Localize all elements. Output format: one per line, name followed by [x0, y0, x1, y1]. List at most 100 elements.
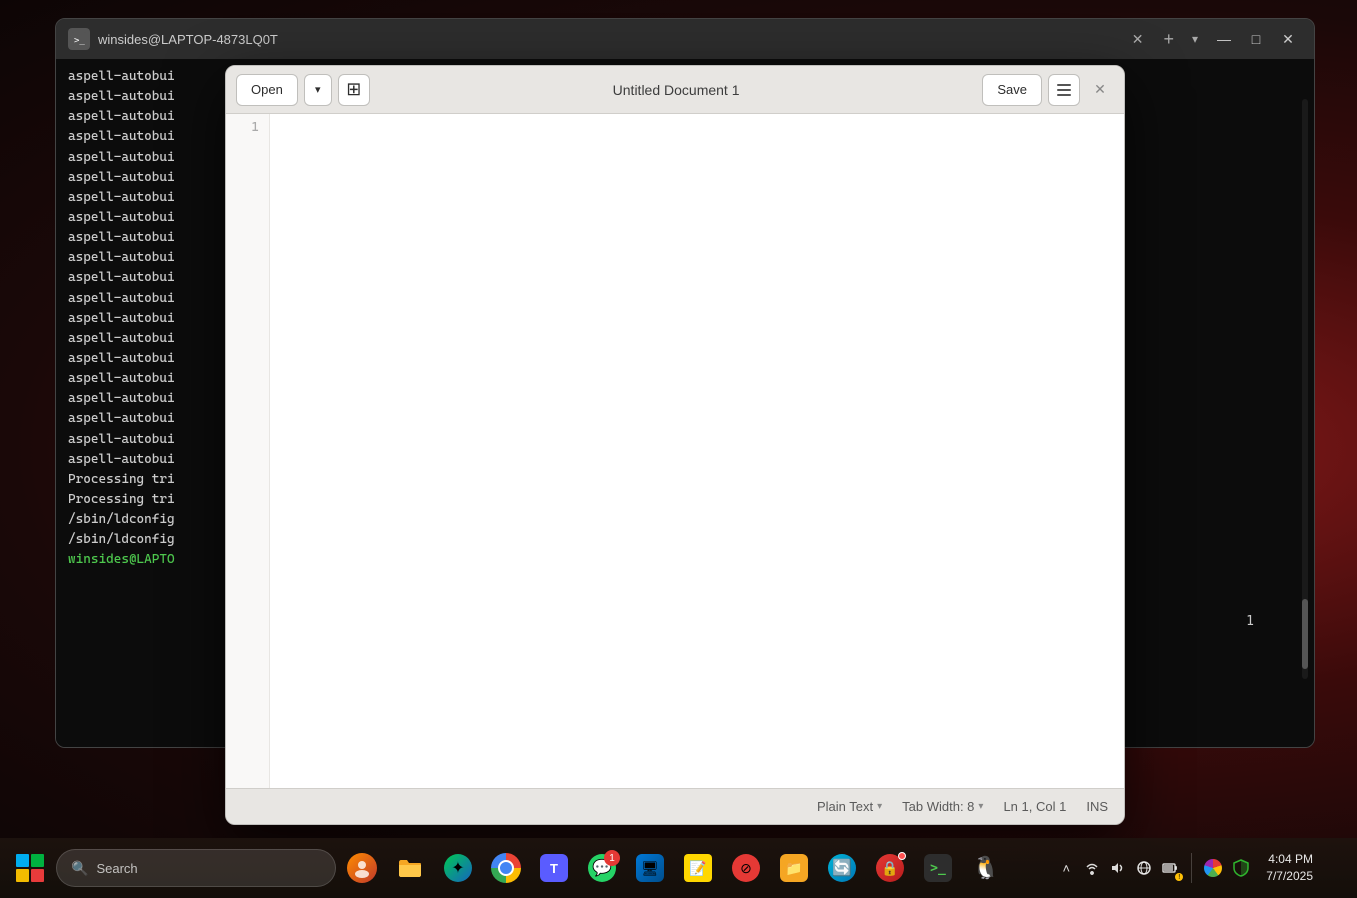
- editor-content[interactable]: [270, 114, 1124, 788]
- avatar-icon-svg: [352, 858, 372, 878]
- win-quad-3: [16, 869, 29, 882]
- new-document-icon: ⊞: [346, 79, 361, 100]
- taskbar-terminal-icon[interactable]: >_: [916, 846, 960, 890]
- security-badge: [898, 852, 906, 860]
- menu-button[interactable]: [1048, 74, 1080, 106]
- ham-line-1: [1057, 84, 1071, 86]
- taskbar-rdp-icon[interactable]: 🖥: [628, 846, 672, 890]
- shield-icon-svg: [1233, 859, 1249, 877]
- tab-width-selector[interactable]: Tab Width: 8 ▾: [902, 799, 983, 814]
- scrollbar-track[interactable]: [1302, 99, 1308, 679]
- battery-icon[interactable]: !: [1159, 857, 1181, 879]
- save-button[interactable]: Save: [982, 74, 1042, 106]
- open-dropdown-arrow-icon: ▾: [315, 83, 321, 96]
- bell-icon-svg: [1331, 861, 1345, 875]
- terminal-right-line-number: 1: [1246, 614, 1254, 629]
- terminal-icon-app: >_: [924, 854, 952, 882]
- open-label: Open: [251, 82, 283, 97]
- open-button[interactable]: Open: [236, 74, 298, 106]
- penguin-icon: 🐧: [972, 854, 1000, 882]
- colorful-circle-icon[interactable]: [1202, 857, 1224, 879]
- terminal-titlebar: >_ winsides@LAPTOP-4873LQ0T ✕ + ▾ — □ ✕: [56, 19, 1314, 59]
- folder-icon-svg: [398, 858, 422, 878]
- cursor-position: Ln 1, Col 1: [1003, 799, 1066, 814]
- plain-text-label: Plain Text: [817, 799, 873, 814]
- file-explorer-icon: [396, 854, 424, 882]
- plain-text-selector[interactable]: Plain Text ▾: [817, 799, 882, 814]
- notifications-button[interactable]: [1327, 857, 1349, 879]
- tab-width-label: Tab Width: 8: [902, 799, 974, 814]
- taskbar-security-icon[interactable]: 🔒: [868, 846, 912, 890]
- copilot-circle: ✦: [444, 854, 472, 882]
- search-label: Search: [96, 861, 137, 876]
- taskbar-files-icon[interactable]: 📁: [772, 846, 816, 890]
- notification-icon[interactable]: [1133, 857, 1155, 879]
- volume-icon[interactable]: [1107, 857, 1129, 879]
- taskbar-chrome-icon[interactable]: [484, 846, 528, 890]
- gedit-window: Open ▾ ⊞ Untitled Document 1 Save ✕ 1 Pl…: [225, 65, 1125, 825]
- search-icon: 🔍: [71, 860, 88, 877]
- terminal-tab-close-button[interactable]: ✕: [1126, 29, 1150, 50]
- ins-mode: INS: [1086, 799, 1108, 814]
- search-bar[interactable]: 🔍 Search: [56, 849, 336, 887]
- close-button[interactable]: ✕: [1274, 25, 1302, 53]
- globe-icon-svg: [1136, 860, 1152, 876]
- win-quad-1: [16, 854, 29, 867]
- windows-logo-icon: [16, 854, 44, 882]
- scrollbar-thumb[interactable]: [1302, 599, 1308, 669]
- ham-line-3: [1057, 94, 1071, 96]
- hamburger-icon: [1053, 80, 1075, 100]
- taskbar-todo-icon[interactable]: ⊘: [724, 846, 768, 890]
- plain-text-arrow-icon: ▾: [877, 801, 882, 812]
- network-icon[interactable]: [1081, 857, 1103, 879]
- files-icon: 📁: [780, 854, 808, 882]
- system-clock[interactable]: 4:04 PM 7/7/2025: [1258, 851, 1321, 885]
- terminal-add-tab-button[interactable]: +: [1157, 29, 1180, 50]
- edge-icon: 🔄: [828, 854, 856, 882]
- svg-text:>_: >_: [74, 36, 85, 46]
- ham-line-2: [1057, 89, 1071, 91]
- teams-icon: T: [540, 854, 568, 882]
- clock-time: 4:04 PM: [1266, 851, 1313, 868]
- chrome-icon: [491, 853, 521, 883]
- taskbar-edge-icon[interactable]: 🔄: [820, 846, 864, 890]
- terminal-dropdown-button[interactable]: ▾: [1188, 32, 1202, 46]
- volume-icon-svg: [1110, 861, 1126, 875]
- line-gutter: 1: [226, 114, 270, 788]
- maximize-button[interactable]: □: [1242, 25, 1270, 53]
- tab-width-arrow-icon: ▾: [978, 801, 983, 812]
- taskbar-copilot-icon[interactable]: ✦: [436, 846, 480, 890]
- taskbar-sticky-notes-icon[interactable]: 📝: [676, 846, 720, 890]
- system-tray: ˄: [1055, 857, 1181, 879]
- todo-icon: ⊘: [732, 854, 760, 882]
- window-controls: — □ ✕: [1210, 25, 1302, 53]
- taskbar-whatsapp-icon[interactable]: 💬 1: [580, 846, 624, 890]
- document-title: Untitled Document 1: [376, 82, 977, 98]
- taskbar-file-explorer[interactable]: [388, 846, 432, 890]
- avatar-circle: [347, 853, 377, 883]
- ins-label: INS: [1086, 799, 1108, 814]
- taskbar: 🔍 Search ✦ T 💬 1: [0, 838, 1357, 898]
- start-button[interactable]: [8, 846, 52, 890]
- new-document-button[interactable]: ⊞: [338, 74, 370, 106]
- open-dropdown-button[interactable]: ▾: [304, 74, 332, 106]
- tray-up-arrow[interactable]: ˄: [1055, 857, 1077, 879]
- terminal-tab-label: winsides@LAPTOP-4873LQ0T: [98, 32, 1118, 47]
- whatsapp-badge: 1: [604, 850, 620, 866]
- gedit-close-button[interactable]: ✕: [1086, 76, 1114, 104]
- status-bar: Plain Text ▾ Tab Width: 8 ▾ Ln 1, Col 1 …: [226, 788, 1124, 824]
- taskbar-teams-icon[interactable]: T: [532, 846, 576, 890]
- sticky-notes-icon: 📝: [684, 854, 712, 882]
- taskbar-linux-icon[interactable]: 🐧: [964, 846, 1008, 890]
- cursor-pos-label: Ln 1, Col 1: [1003, 799, 1066, 814]
- gedit-titlebar: Open ▾ ⊞ Untitled Document 1 Save ✕: [226, 66, 1124, 114]
- color-wheel: [1204, 859, 1222, 877]
- minimize-button[interactable]: —: [1210, 25, 1238, 53]
- editor-area: 1: [226, 114, 1124, 788]
- clock-date: 7/7/2025: [1266, 868, 1313, 885]
- rdp-icon: 🖥: [636, 854, 664, 882]
- taskbar-avatar-icon[interactable]: [340, 846, 384, 890]
- shield-tray-icon[interactable]: [1230, 857, 1252, 879]
- wifi-icon-svg: [1084, 861, 1100, 875]
- taskbar-tray: ˄: [1055, 851, 1349, 885]
